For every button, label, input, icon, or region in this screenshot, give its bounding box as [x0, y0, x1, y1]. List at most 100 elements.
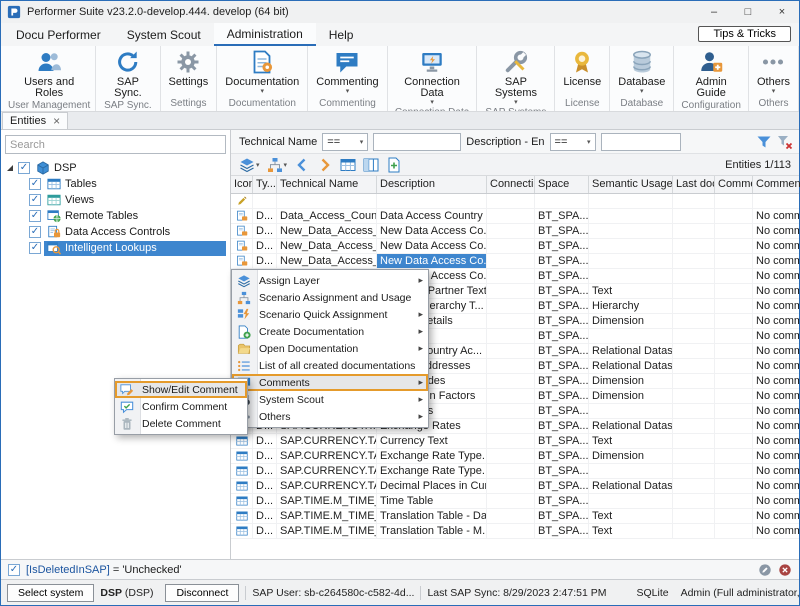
cell-last_doc[interactable]	[673, 194, 715, 208]
cell-connection[interactable]	[487, 314, 535, 328]
cell-comment1[interactable]	[715, 209, 753, 223]
cell-last_doc[interactable]	[673, 494, 715, 508]
cell-connection[interactable]	[487, 194, 535, 208]
intelligent-lookups-checkbox[interactable]	[29, 242, 41, 254]
cell-semantic_usage[interactable]	[589, 209, 673, 223]
column-header-technical-name[interactable]: Technical Name	[277, 176, 377, 193]
cell-icon[interactable]	[231, 434, 253, 448]
cell-type[interactable]	[253, 194, 277, 208]
cell-comment1[interactable]	[715, 494, 753, 508]
table-row[interactable]: D...SAP.TIME.M_TIME_Time TableBT_SPA...N…	[231, 494, 799, 509]
filter-active-checkbox[interactable]	[8, 564, 20, 576]
cell-description[interactable]: Exchange Rate Type...	[377, 464, 487, 478]
cell-last_doc[interactable]	[673, 239, 715, 253]
cell-description[interactable]: New Data Access Co...	[377, 239, 487, 253]
menu-item-system-scout[interactable]: System Scout▸	[232, 391, 428, 408]
cell-connection[interactable]	[487, 434, 535, 448]
cell-semantic_usage[interactable]	[589, 194, 673, 208]
data-access-controls-checkbox[interactable]	[29, 226, 41, 238]
cell-space[interactable]: BT_SPA...	[535, 299, 589, 313]
cell-technical_name[interactable]: New_Data_Access_	[277, 224, 377, 238]
table-row[interactable]: D...Data_Access_CounData Access CountryB…	[231, 209, 799, 224]
tree-item-dsp[interactable]: DSP	[5, 160, 226, 176]
scenario-button[interactable]: ▾	[265, 156, 290, 174]
remote-tables-checkbox[interactable]	[29, 210, 41, 222]
cell-description[interactable]: Time Table	[377, 494, 487, 508]
cell-connection[interactable]	[487, 209, 535, 223]
cell-comment1[interactable]	[715, 434, 753, 448]
cell-connection[interactable]	[487, 374, 535, 388]
cell-comment2[interactable]: No comm...	[753, 479, 799, 493]
cell-icon[interactable]	[231, 224, 253, 238]
cell-last_doc[interactable]	[673, 434, 715, 448]
export-button[interactable]	[384, 156, 404, 174]
disconnect-button[interactable]: Disconnect	[165, 584, 239, 602]
menu-item-open-documentation[interactable]: Open Documentation▸	[232, 340, 428, 357]
cell-type[interactable]: D...	[253, 209, 277, 223]
cell-comment1[interactable]	[715, 344, 753, 358]
cell-last_doc[interactable]	[673, 254, 715, 268]
expander-icon[interactable]	[5, 165, 15, 171]
cell-comment2[interactable]: No comm...	[753, 389, 799, 403]
table-row[interactable]: D...New_Data_Access_New Data Access Co..…	[231, 224, 799, 239]
filter-operator-technical-name[interactable]: ==▾	[322, 133, 368, 151]
search-input[interactable]	[5, 135, 226, 154]
edit-filter-icon[interactable]	[758, 563, 772, 577]
cell-comment2[interactable]: No comm...	[753, 314, 799, 328]
cell-icon[interactable]	[231, 479, 253, 493]
cell-type[interactable]: D...	[253, 524, 277, 538]
cell-icon[interactable]	[231, 449, 253, 463]
maximize-button[interactable]: □	[731, 1, 765, 23]
cell-space[interactable]: BT_SPA...	[535, 254, 589, 268]
cell-last_doc[interactable]	[673, 224, 715, 238]
cell-connection[interactable]	[487, 389, 535, 403]
cell-technical_name[interactable]: SAP.TIME.M_TIME_	[277, 494, 377, 508]
menu-tab-system-scout[interactable]: System Scout	[114, 23, 214, 46]
cell-semantic_usage[interactable]: Text	[589, 524, 673, 538]
cell-technical_name[interactable]: New_Data_Access_	[277, 239, 377, 253]
cell-comment1[interactable]	[715, 374, 753, 388]
cell-icon[interactable]	[231, 209, 253, 223]
cell-comment1[interactable]	[715, 329, 753, 343]
cell-space[interactable]: BT_SPA...	[535, 344, 589, 358]
cell-last_doc[interactable]	[673, 374, 715, 388]
cell-semantic_usage[interactable]	[589, 269, 673, 283]
cell-description[interactable]: Data Access Country	[377, 209, 487, 223]
cell-comment2[interactable]: No comm...	[753, 254, 799, 268]
cell-comment1[interactable]	[715, 419, 753, 433]
cell-comment1[interactable]	[715, 224, 753, 238]
cell-last_doc[interactable]	[673, 329, 715, 343]
clear-filter-icon[interactable]	[777, 134, 793, 150]
cell-space[interactable]: BT_SPA...	[535, 209, 589, 223]
cell-type[interactable]: D...	[253, 239, 277, 253]
cell-space[interactable]: BT_SPA...	[535, 479, 589, 493]
close-filter-icon[interactable]	[778, 563, 792, 577]
cell-comment1[interactable]	[715, 269, 753, 283]
table-row[interactable]: D...SAP.CURRENCY.TAExchange Rate Type...…	[231, 464, 799, 479]
cell-type[interactable]: D...	[253, 494, 277, 508]
ribbon-button-commenting[interactable]: Commenting▾	[308, 46, 386, 97]
cell-technical_name[interactable]: SAP.CURRENCY.TA	[277, 434, 377, 448]
cell-space[interactable]: BT_SPA...	[535, 329, 589, 343]
cell-technical_name[interactable]: SAP.TIME.M_TIME_	[277, 524, 377, 538]
tree-item-data-access-controls[interactable]: Data Access Controls	[5, 224, 226, 240]
cell-space[interactable]: BT_SPA...	[535, 464, 589, 478]
cell-description[interactable]: Translation Table - M...	[377, 524, 487, 538]
cell-connection[interactable]	[487, 329, 535, 343]
cell-comment1[interactable]	[715, 284, 753, 298]
tree-item-remote-tables[interactable]: Remote Tables	[5, 208, 226, 224]
column-header-last-doc[interactable]: Last doc...	[673, 176, 715, 193]
cell-semantic_usage[interactable]: Text	[589, 434, 673, 448]
cell-space[interactable]: BT_SPA...	[535, 374, 589, 388]
cell-icon[interactable]	[231, 494, 253, 508]
cell-description[interactable]: New Data Access Co...	[377, 254, 487, 268]
column-header-semantic-usage[interactable]: Semantic Usage	[589, 176, 673, 193]
cell-space[interactable]: BT_SPA...	[535, 419, 589, 433]
cell-description[interactable]: Translation Table - Day	[377, 509, 487, 523]
cell-space[interactable]: BT_SPA...	[535, 314, 589, 328]
cell-type[interactable]: D...	[253, 254, 277, 268]
ribbon-button-settings[interactable]: Settings	[161, 46, 217, 97]
cell-description[interactable]	[377, 194, 487, 208]
ribbon-button-sap-systems[interactable]: SAP Systems▾	[477, 46, 554, 106]
cell-comment1[interactable]	[715, 524, 753, 538]
